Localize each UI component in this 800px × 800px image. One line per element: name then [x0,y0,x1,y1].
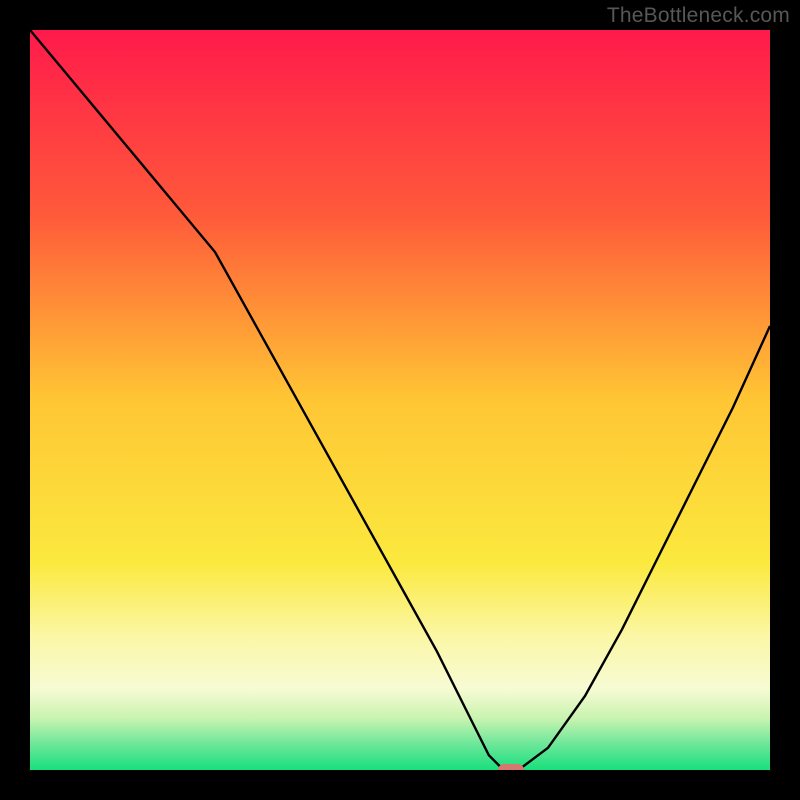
plot-area [30,30,770,770]
optimal-marker [498,764,524,770]
chart-svg [30,30,770,770]
chart-frame: TheBottleneck.com [0,0,800,800]
watermark-text: TheBottleneck.com [607,4,790,28]
chart-background [30,30,770,770]
